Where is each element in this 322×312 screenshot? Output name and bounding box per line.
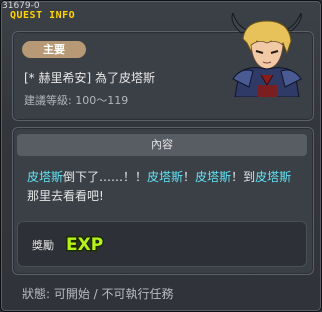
quest-info-window: 31679-0 QUEST INFO 主要 [* 赫里希安] 為了皮塔斯 建議等… xyxy=(0,0,322,312)
window-title: QUEST INFO xyxy=(10,10,76,21)
description-segment: 皮塔斯 xyxy=(27,170,64,184)
description-segment: 倒下了……！！ xyxy=(63,170,148,184)
quest-category-badge: 主要 xyxy=(22,41,86,58)
description-segment: 皮塔斯 xyxy=(195,170,232,184)
reward-box: 獎勵 EXP EXP xyxy=(17,221,307,267)
quest-name: [* 赫里希安] 為了皮塔斯 xyxy=(24,71,155,85)
description-segment: ！ xyxy=(183,170,196,184)
description-segment: 那里去看看吧! xyxy=(27,189,104,203)
description-segment: 皮塔斯 xyxy=(147,170,184,184)
quest-content-panel: 內容 皮塔斯倒下了……！！皮塔斯！皮塔斯！到皮塔斯 那里去看看吧! 獎勵 EXP … xyxy=(12,127,314,275)
content-header: 內容 xyxy=(17,134,307,156)
quest-description: 皮塔斯倒下了……！！皮塔斯！皮塔斯！到皮塔斯 那里去看看吧! xyxy=(27,168,305,206)
recommended-level: 建議等級: 100～119 xyxy=(24,94,129,107)
quest-status: 狀態: 可開始 / 不可執行任務 xyxy=(22,287,174,301)
reward-label: 獎勵 xyxy=(32,239,54,252)
exp-icon[interactable]: EXP EXP xyxy=(65,231,105,256)
description-segment: ！到 xyxy=(231,170,256,184)
svg-text:EXP: EXP xyxy=(66,235,103,255)
description-segment: 皮塔斯 xyxy=(255,170,292,184)
npc-portrait xyxy=(231,13,302,97)
